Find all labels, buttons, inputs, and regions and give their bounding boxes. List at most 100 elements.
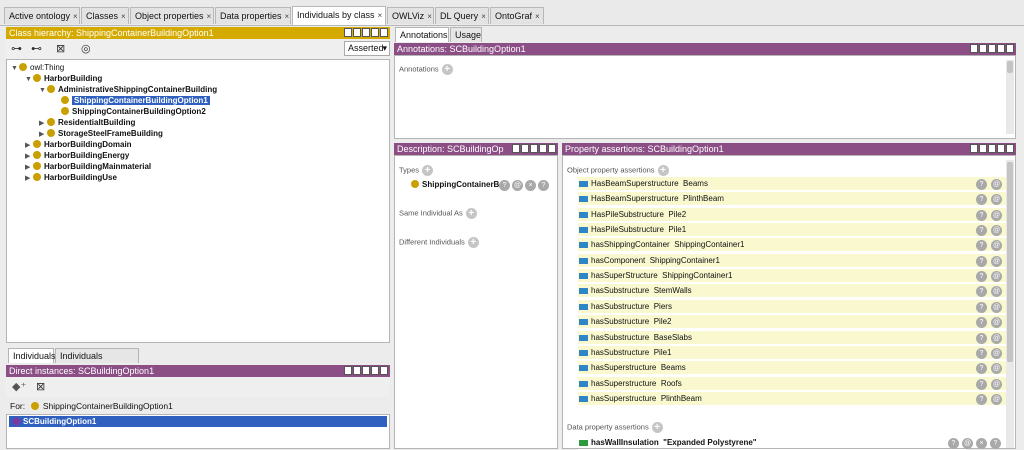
help-icon[interactable]: ?: [976, 179, 987, 190]
help-icon[interactable]: ?: [976, 379, 987, 390]
tree-node[interactable]: ▼ AdministrativeShippingContainerBuilding: [39, 84, 217, 95]
edit-icon[interactable]: @: [962, 438, 973, 449]
tab-owlviz[interactable]: OWLViz ×: [387, 7, 434, 24]
edit-icon[interactable]: @: [991, 286, 1002, 297]
assertions-scrollbar[interactable]: [1006, 160, 1014, 448]
pin-icon[interactable]: [979, 44, 987, 53]
close-view-icon[interactable]: [1006, 44, 1014, 53]
edit-icon[interactable]: @: [991, 394, 1002, 405]
help-icon[interactable]: ?: [976, 394, 987, 405]
object-assertion-row[interactable]: HasPileSubstructure Pile2? @: [578, 208, 1006, 222]
add-sibling-class-icon[interactable]: ⊷: [31, 43, 42, 55]
minimize-icon[interactable]: [988, 144, 996, 153]
object-assertion-row[interactable]: hasSubstructure BaseSlabs? @: [578, 331, 1006, 345]
add-different-individual-icon[interactable]: +: [467, 237, 479, 248]
tree-node[interactable]: ShippingContainerBuildingOption2: [53, 106, 206, 117]
help-icon[interactable]: ?: [976, 210, 987, 221]
edit-icon[interactable]: @: [991, 363, 1002, 374]
list-item-selected[interactable]: SCBuildingOption1: [9, 416, 387, 427]
edit-icon[interactable]: @: [991, 333, 1002, 344]
tree-node[interactable]: ▶ HarborBuildingMainmaterial: [25, 161, 151, 172]
delete-icon[interactable]: ×: [525, 180, 536, 191]
help-icon[interactable]: ?: [976, 194, 987, 205]
object-assertion-row[interactable]: hasSubstructure Piers? @: [578, 300, 1006, 314]
watch-icon[interactable]: ◎: [81, 43, 91, 55]
object-assertion-row[interactable]: HasBeamSuperstructure Beams? @: [578, 177, 1006, 191]
help-icon[interactable]: ?: [976, 256, 987, 267]
help-icon[interactable]: [344, 28, 352, 37]
tab-individuals-inferred[interactable]: Individuals (Inferred): [55, 348, 139, 375]
pin-icon[interactable]: [521, 144, 529, 153]
tree-node[interactable]: ▶ HarborBuildingEnergy: [25, 150, 129, 161]
explain-icon[interactable]: ?: [990, 438, 1001, 449]
close-view-icon[interactable]: [380, 366, 388, 375]
tree-node-selected[interactable]: ShippingContainerBuildingOption1: [53, 95, 210, 106]
expand-icon[interactable]: ▶: [25, 173, 33, 184]
help-icon[interactable]: ?: [976, 302, 987, 313]
close-icon[interactable]: ×: [73, 12, 78, 21]
help-icon[interactable]: ?: [976, 333, 987, 344]
help-icon[interactable]: [970, 44, 978, 53]
maximize-icon[interactable]: [539, 144, 547, 153]
close-icon[interactable]: ×: [121, 12, 126, 21]
expand-icon[interactable]: ▼: [25, 74, 33, 85]
tree-node[interactable]: ▶ HarborBuildingUse: [25, 172, 117, 183]
edit-icon[interactable]: @: [991, 256, 1002, 267]
edit-icon[interactable]: @: [991, 379, 1002, 390]
object-assertion-row[interactable]: hasSubstructure Pile2? @: [578, 315, 1006, 329]
tab-data-properties[interactable]: Data properties ×: [215, 7, 291, 24]
edit-icon[interactable]: @: [991, 302, 1002, 313]
add-individual-icon[interactable]: ◆⁺: [12, 381, 26, 393]
maximize-icon[interactable]: [997, 144, 1005, 153]
minimize-icon[interactable]: [530, 144, 538, 153]
help-icon[interactable]: [970, 144, 978, 153]
help-icon[interactable]: ?: [976, 317, 987, 328]
scroll-thumb[interactable]: [1007, 61, 1013, 73]
edit-icon[interactable]: @: [991, 348, 1002, 359]
tab-classes[interactable]: Classes ×: [81, 7, 129, 24]
close-icon[interactable]: ×: [207, 12, 212, 21]
delete-icon[interactable]: ×: [976, 438, 987, 449]
object-assertion-row[interactable]: hasSuperstructure PlinthBeam? @: [578, 392, 1006, 406]
delete-individual-icon[interactable]: ⊠: [36, 381, 45, 393]
tree-node[interactable]: ▼ HarborBuilding: [25, 73, 102, 84]
maximize-icon[interactable]: [371, 366, 379, 375]
edit-icon[interactable]: @: [991, 210, 1002, 221]
help-icon[interactable]: ?: [976, 286, 987, 297]
tab-ontograf[interactable]: OntoGraf ×: [490, 7, 544, 24]
object-assertion-row[interactable]: hasSuperstructure Roofs? @: [578, 377, 1006, 391]
help-icon[interactable]: [344, 366, 352, 375]
asserted-dropdown[interactable]: Asserted ▾: [344, 41, 390, 56]
edit-icon[interactable]: @: [991, 194, 1002, 205]
tab-annotations[interactable]: Annotations: [395, 27, 449, 42]
add-same-individual-icon[interactable]: +: [465, 208, 477, 219]
tab-object-properties[interactable]: Object properties ×: [130, 7, 214, 24]
data-assertion-row[interactable]: hasWallInsulation "Expanded Polystyrene": [578, 436, 966, 450]
help-icon[interactable]: ?: [948, 438, 959, 449]
object-assertion-row[interactable]: hasShippingContainer ShippingContainer1?…: [578, 238, 1006, 252]
edit-icon[interactable]: @: [991, 240, 1002, 251]
expand-icon[interactable]: ▼: [11, 63, 19, 74]
close-icon[interactable]: ×: [481, 12, 486, 21]
tab-usage[interactable]: Usage: [450, 27, 482, 42]
tab-individuals[interactable]: Individuals: [8, 348, 56, 363]
tree-node[interactable]: ▶ ResidentialtBuilding: [39, 117, 135, 128]
expand-icon[interactable]: ▼: [39, 85, 47, 96]
close-view-icon[interactable]: [1006, 144, 1014, 153]
close-icon[interactable]: ×: [427, 12, 432, 21]
close-view-icon[interactable]: [548, 144, 556, 153]
maximize-icon[interactable]: [371, 28, 379, 37]
edit-icon[interactable]: @: [512, 180, 523, 191]
help-icon[interactable]: ?: [976, 240, 987, 251]
add-data-assertion-icon[interactable]: +: [651, 422, 663, 433]
help-icon[interactable]: ?: [499, 180, 510, 191]
object-assertion-row[interactable]: hasSuperstructure Beams? @: [578, 361, 1006, 375]
tab-dl-query[interactable]: DL Query ×: [435, 7, 489, 24]
help-icon[interactable]: ?: [976, 363, 987, 374]
edit-icon[interactable]: @: [991, 225, 1002, 236]
add-subclass-icon[interactable]: ⊶: [11, 43, 22, 55]
edit-icon[interactable]: @: [991, 317, 1002, 328]
close-icon[interactable]: ×: [535, 12, 540, 21]
help-icon[interactable]: ?: [976, 348, 987, 359]
object-assertion-row[interactable]: HasBeamSuperstructure PlinthBeam? @: [578, 192, 1006, 206]
